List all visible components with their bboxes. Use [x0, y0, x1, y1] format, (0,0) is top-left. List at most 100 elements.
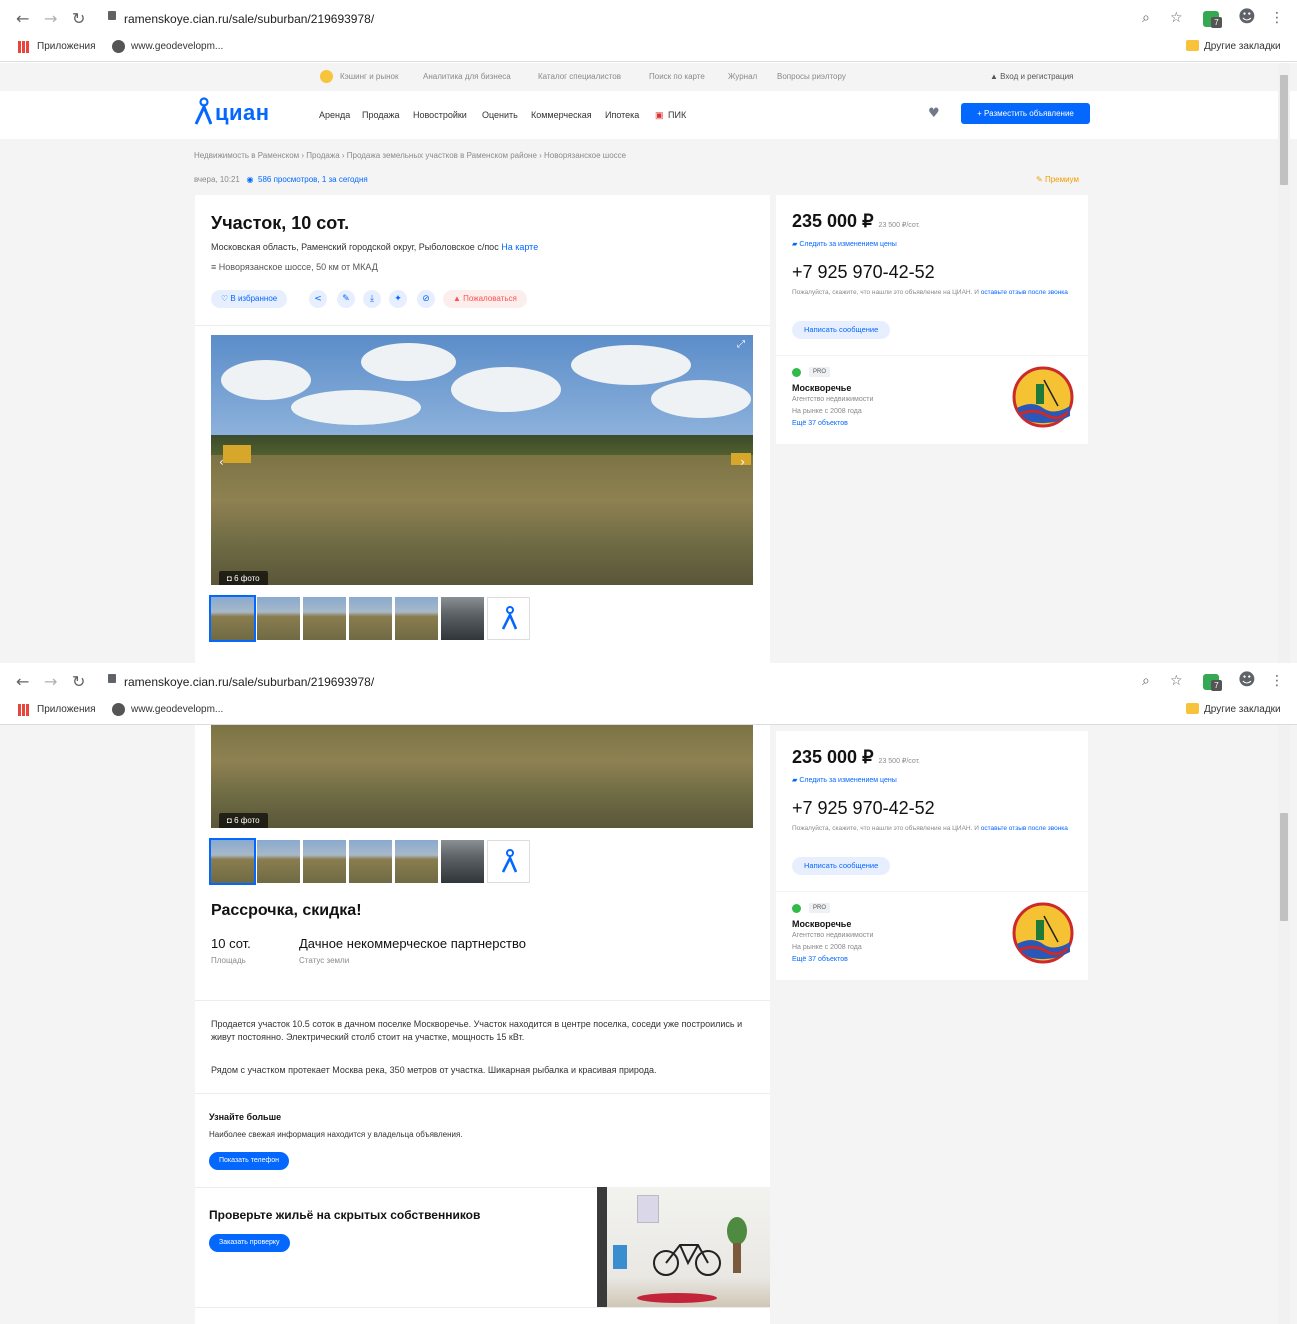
- watch-price-link[interactable]: ▰ Следить за изменением цены: [792, 776, 897, 784]
- price-per-unit: 23 500 ₽/сот.: [878, 222, 920, 229]
- thumbnail[interactable]: [209, 838, 256, 885]
- menu-item-pik[interactable]: ПИК: [668, 110, 686, 120]
- write-message-button[interactable]: Написать сообщение: [792, 321, 891, 339]
- menu-item-rent[interactable]: Аренда: [319, 110, 350, 120]
- map-thumbnail[interactable]: [487, 597, 530, 640]
- order-check-button[interactable]: Заказать проверку: [209, 1234, 290, 1252]
- cian-logo-icon[interactable]: [194, 97, 212, 125]
- apps-icon[interactable]: [18, 41, 30, 53]
- url-text[interactable]: ramenskoye.cian.ru/sale/suburban/2196939…: [124, 675, 374, 689]
- map-thumbnail[interactable]: [487, 840, 530, 883]
- thumbnail[interactable]: [395, 840, 438, 883]
- watch-price-label: Следить за изменением цены: [799, 241, 897, 248]
- complain-button[interactable]: ▲ Пожаловаться: [443, 290, 527, 308]
- call-note-text: Пожалуйста, скажите, что нашли это объяв…: [792, 825, 979, 832]
- breadcrumb[interactable]: Недвижимость в Раменском › Продажа › Про…: [194, 151, 626, 160]
- thumbnail[interactable]: [349, 597, 392, 640]
- forward-icon[interactable]: →: [44, 672, 57, 691]
- hide-icon[interactable]: ⊘: [417, 290, 435, 308]
- listing-card: ◘ 6 фото Рассрочка, скидка! 10 сот. Площ: [195, 725, 770, 1324]
- back-icon[interactable]: ←: [16, 9, 29, 28]
- bookmarks-bar: Приложения www.geodevelopm... Другие зак…: [0, 699, 1297, 725]
- agent-more-link[interactable]: Ещё 37 объектов: [792, 956, 848, 963]
- top-link[interactable]: Аналитика для бизнеса: [423, 72, 511, 81]
- review-link[interactable]: оставьте отзыв после звонка: [981, 825, 1068, 832]
- scrollbar-thumb[interactable]: [1280, 75, 1288, 185]
- bookmark-site[interactable]: www.geodevelopm...: [131, 704, 223, 715]
- profile-icon[interactable]: ☻: [1238, 7, 1256, 27]
- thumbnail[interactable]: [303, 597, 346, 640]
- menu-item-newbuild[interactable]: Новостройки: [413, 110, 467, 120]
- agent-name[interactable]: Москворечье: [792, 919, 851, 929]
- top-link[interactable]: Вопросы риэлтору: [777, 72, 846, 81]
- map-link[interactable]: На карте: [501, 242, 538, 252]
- agent-name[interactable]: Москворечье: [792, 383, 851, 393]
- divider: [195, 1307, 770, 1308]
- scrollbar[interactable]: [1278, 725, 1290, 1324]
- url-text[interactable]: ramenskoye.cian.ru/sale/suburban/2196939…: [124, 12, 374, 26]
- bookmark-apps[interactable]: Приложения: [37, 704, 96, 715]
- address-text[interactable]: Московская область, Раменский городской …: [211, 242, 499, 252]
- views-count[interactable]: 586 просмотров, 1 за сегодня: [258, 175, 368, 184]
- star-icon[interactable]: ☆: [1170, 673, 1183, 689]
- bookmark-site[interactable]: www.geodevelopm...: [131, 41, 223, 52]
- login-link[interactable]: ▲ Вход и регистрация: [990, 72, 1073, 81]
- bookmark-apps[interactable]: Приложения: [37, 41, 96, 52]
- scrollbar-thumb[interactable]: [1280, 813, 1288, 921]
- compare-icon[interactable]: ✦: [389, 290, 407, 308]
- reload-icon[interactable]: ↻: [72, 672, 85, 691]
- thumbnail[interactable]: [395, 597, 438, 640]
- photo-cloud: [361, 343, 456, 381]
- thumbnail[interactable]: [209, 595, 256, 642]
- menu-item-mortgage[interactable]: Ипотека: [605, 110, 639, 120]
- zoom-icon[interactable]: ⌕: [1142, 673, 1150, 689]
- profile-icon[interactable]: ☻: [1238, 670, 1256, 690]
- prev-photo-icon[interactable]: ‹: [219, 455, 224, 469]
- logo-text[interactable]: циан: [215, 100, 270, 126]
- favorite-button[interactable]: ♡ В избранное: [211, 290, 288, 308]
- back-icon[interactable]: ←: [16, 672, 29, 691]
- apps-icon[interactable]: [18, 704, 30, 716]
- agent-logo[interactable]: [1012, 366, 1074, 428]
- star-icon[interactable]: ☆: [1170, 10, 1183, 26]
- watch-price-link[interactable]: ▰ Следить за изменением цены: [792, 240, 897, 248]
- fullscreen-icon[interactable]: ⤢: [737, 339, 745, 350]
- bookmark-other[interactable]: Другие закладки: [1204, 704, 1281, 715]
- menu-icon[interactable]: ⋮: [1270, 10, 1284, 26]
- menu-item-sale[interactable]: Продажа: [362, 110, 400, 120]
- thumbnail[interactable]: [257, 840, 300, 883]
- download-icon[interactable]: ⤓: [363, 290, 381, 308]
- thumbnail[interactable]: [441, 597, 484, 640]
- write-message-button[interactable]: Написать сообщение: [792, 857, 891, 875]
- menu-item-commercial[interactable]: Коммерческая: [531, 110, 592, 120]
- top-link[interactable]: Кэшинг и рынок: [340, 72, 398, 81]
- complain-label: Пожаловаться: [463, 294, 517, 303]
- forward-icon[interactable]: →: [44, 9, 57, 28]
- phone-number[interactable]: +7 925 970-42-52: [792, 262, 935, 283]
- post-ad-button[interactable]: + Разместить объявление: [961, 103, 1090, 124]
- zoom-icon[interactable]: ⌕: [1142, 10, 1150, 26]
- thumbnail[interactable]: [441, 840, 484, 883]
- top-link[interactable]: Каталог специалистов: [538, 72, 621, 81]
- show-phone-button[interactable]: Показать телефон: [209, 1152, 289, 1170]
- thumbnail[interactable]: [257, 597, 300, 640]
- menu-icon[interactable]: ⋮: [1270, 673, 1284, 689]
- heart-icon[interactable]: ♥: [928, 106, 940, 121]
- review-link[interactable]: оставьте отзыв после звонка: [981, 289, 1068, 296]
- phone-number[interactable]: +7 925 970-42-52: [792, 798, 935, 819]
- reload-icon[interactable]: ↻: [72, 9, 85, 28]
- menu-item-evaluate[interactable]: Оценить: [482, 110, 518, 120]
- scrollbar[interactable]: [1278, 63, 1290, 663]
- share-icon[interactable]: <: [309, 290, 327, 308]
- agent-more-link[interactable]: Ещё 37 объектов: [792, 420, 848, 427]
- main-photo[interactable]: ⤢ ‹ › ◘ 6 фото: [211, 335, 753, 585]
- top-link[interactable]: Журнал: [728, 72, 757, 81]
- thumbnail[interactable]: [303, 840, 346, 883]
- edit-icon[interactable]: ✎: [337, 290, 355, 308]
- main-photo[interactable]: ◘ 6 фото: [211, 725, 753, 828]
- thumbnail[interactable]: [349, 840, 392, 883]
- top-link[interactable]: Поиск по карте: [649, 72, 705, 81]
- bookmark-other[interactable]: Другие закладки: [1204, 41, 1281, 52]
- next-photo-icon[interactable]: ›: [740, 455, 745, 469]
- agent-logo[interactable]: [1012, 902, 1074, 964]
